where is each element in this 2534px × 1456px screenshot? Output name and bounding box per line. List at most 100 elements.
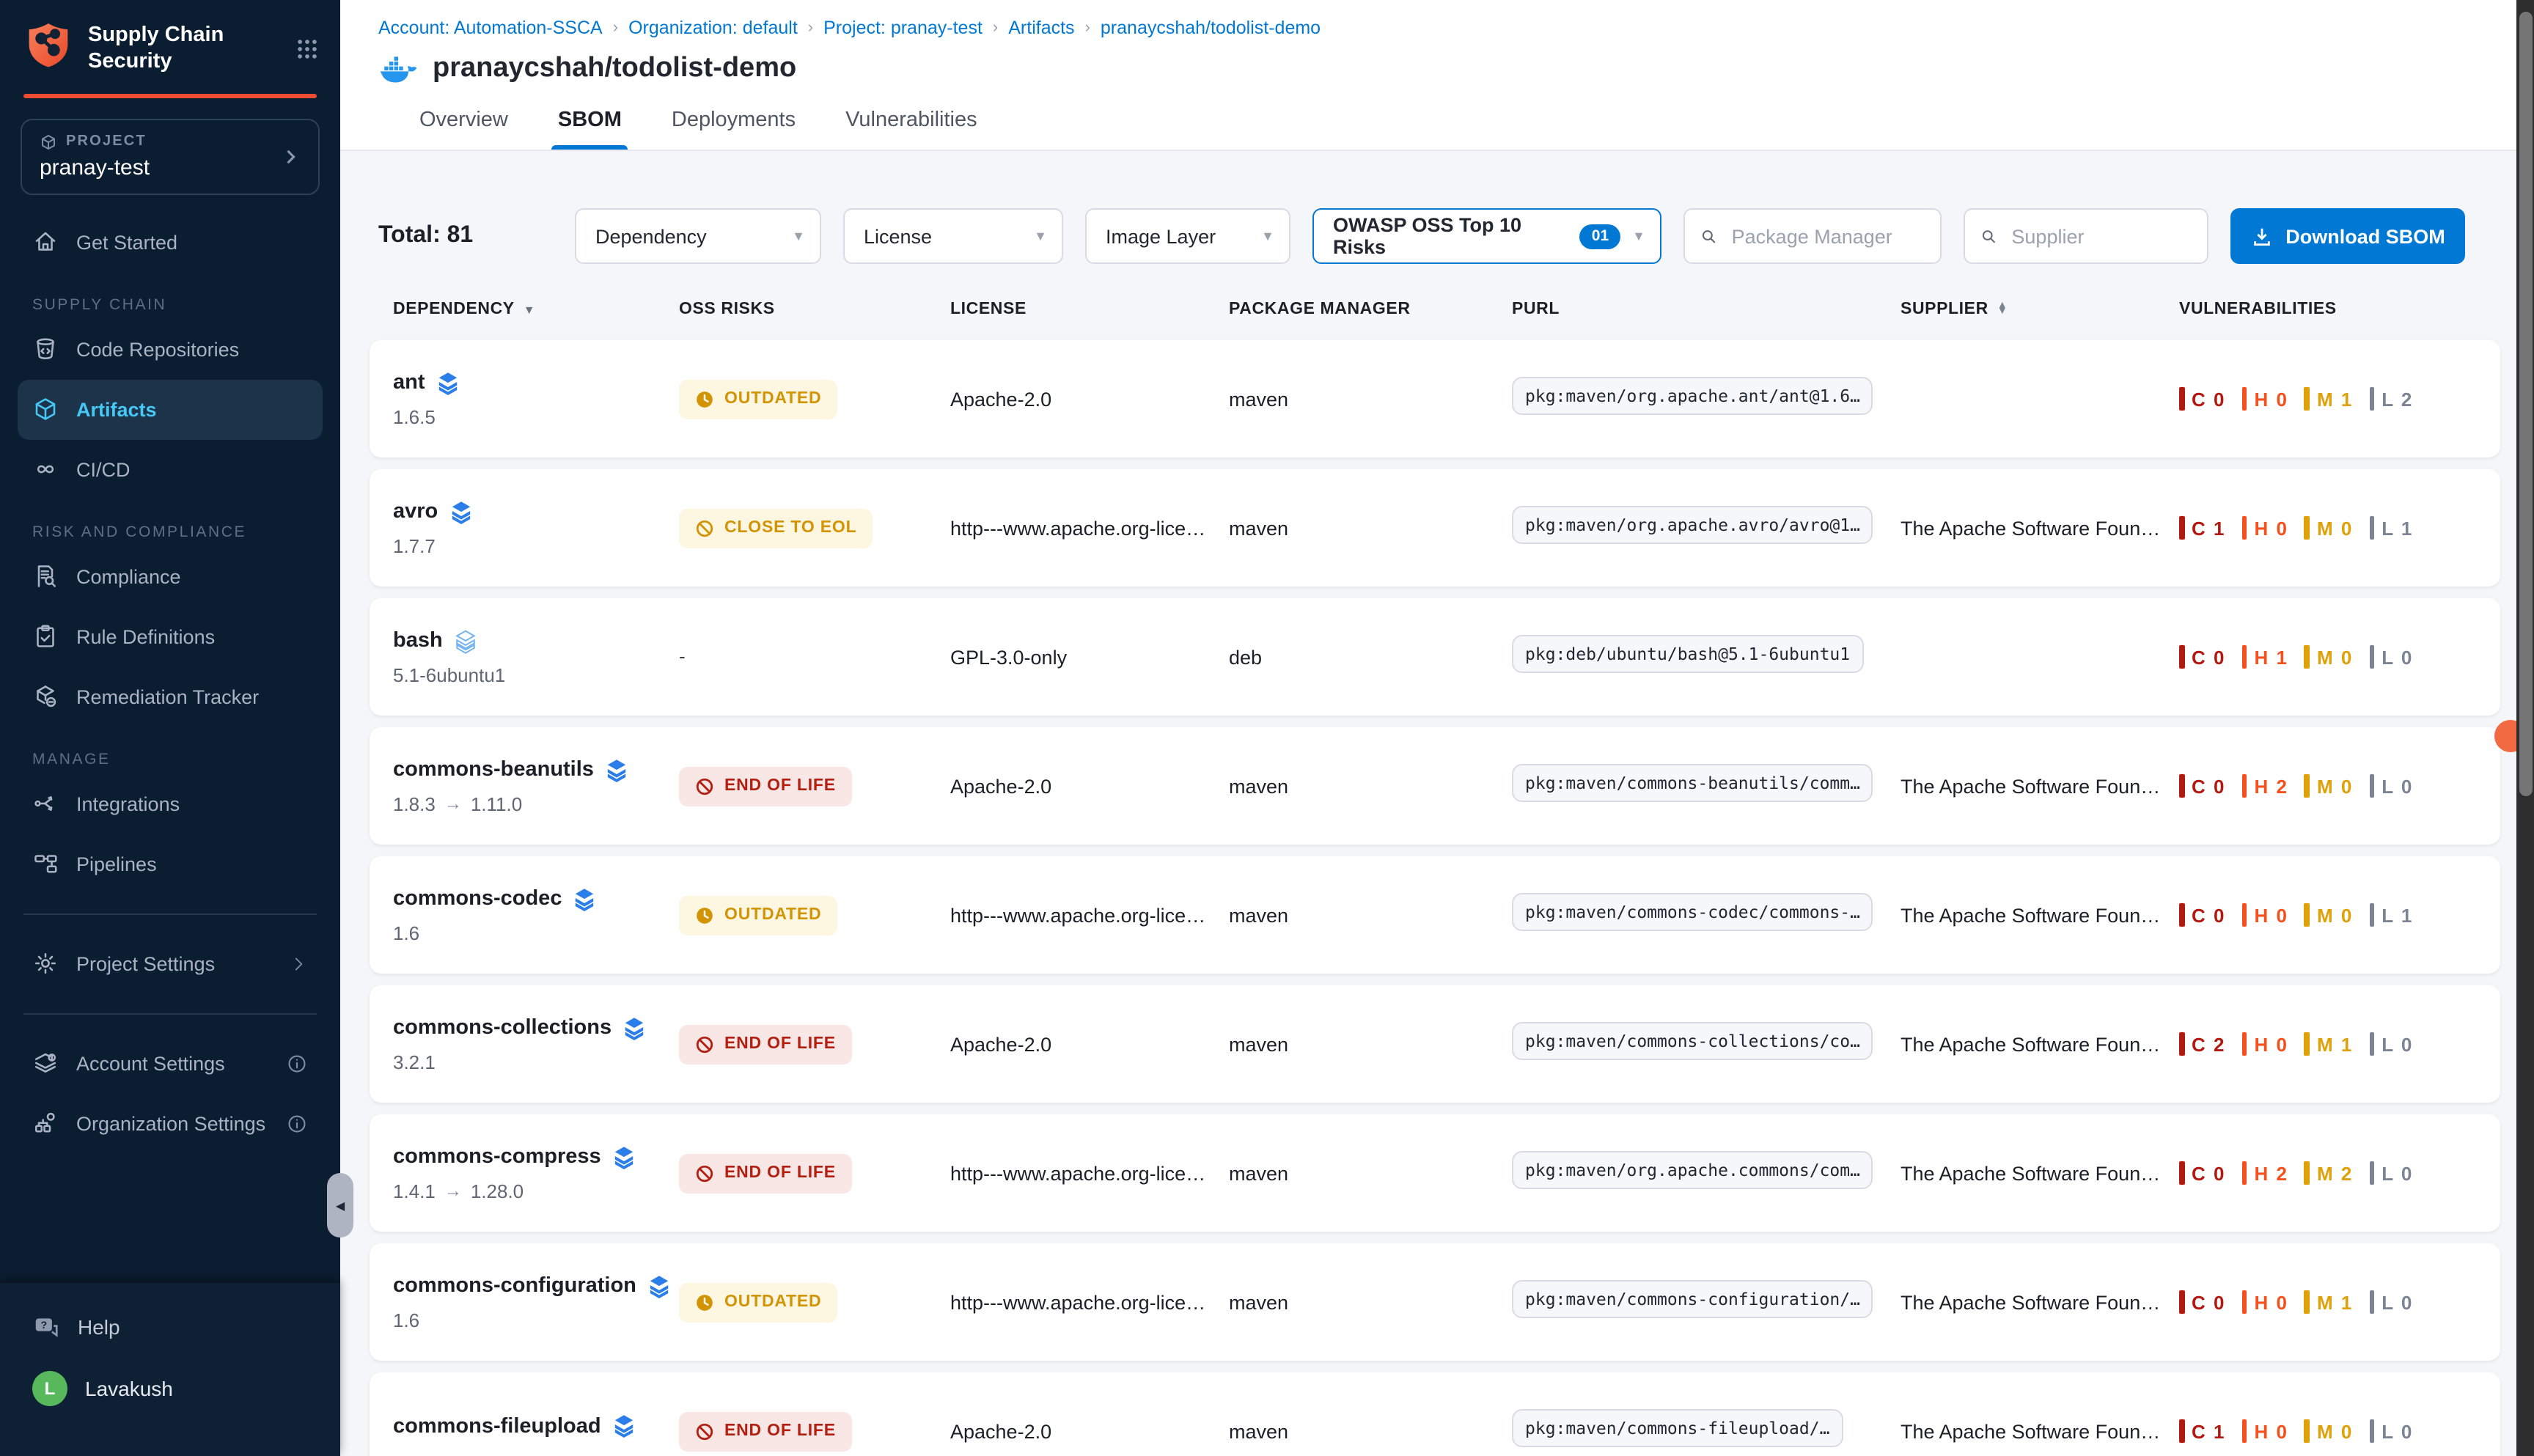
- sidebar-item-integrations[interactable]: Integrations: [18, 773, 323, 834]
- package-manager-cell: maven: [1229, 1420, 1512, 1442]
- tab-overview[interactable]: Overview: [419, 109, 508, 150]
- table-row[interactable]: commons-beanutils 1.8.3 → 1.11.0 END OF …: [370, 727, 2500, 845]
- sidebar-item-label: Project Settings: [76, 952, 271, 974]
- purl-cell: pkg:maven/org.apache.ant/ant@1.6…: [1512, 376, 1900, 422]
- sidebar-item-compliance[interactable]: Compliance: [18, 546, 323, 606]
- table-row[interactable]: avro 1.7.7 CLOSE TO EOL http---www.apach…: [370, 469, 2500, 587]
- purl-chip[interactable]: pkg:maven/org.apache.commons/com…: [1512, 1150, 1873, 1188]
- sidebar-item-account-settings[interactable]: Account Settings: [18, 1033, 323, 1093]
- column-package-manager: PACKAGE MANAGER: [1229, 301, 1512, 318]
- sidebar-item-rule-definitions[interactable]: Rule Definitions: [18, 606, 323, 666]
- dependency-name: commons-fileupload: [393, 1414, 601, 1438]
- column-dependency[interactable]: DEPENDENCY▼: [393, 301, 679, 318]
- sidebar-item-get-started[interactable]: Get Started: [18, 212, 323, 272]
- help-button[interactable]: ? Help: [32, 1304, 308, 1350]
- table-row[interactable]: bash 5.1-6ubuntu1 - GPL-3.0-only deb pkg…: [370, 598, 2500, 716]
- table-row[interactable]: commons-compress 1.4.1 → 1.28.0 END OF L…: [370, 1114, 2500, 1232]
- dependency-version: 1.6.5: [393, 405, 679, 427]
- sidebar-item-label: Remediation Tracker: [76, 685, 308, 707]
- tab-deployments[interactable]: Deployments: [672, 109, 796, 150]
- tab-sbom[interactable]: SBOM: [558, 109, 622, 150]
- supplier-input[interactable]: [2008, 224, 2192, 249]
- purl-cell: pkg:deb/ubuntu/bash@5.1-6ubuntu1: [1512, 634, 1900, 680]
- supplier-cell: The Apache Software Foun…: [1900, 1033, 2179, 1055]
- breadcrumb-link[interactable]: pranaycshah/todolist-demo: [1101, 18, 1321, 38]
- filter-label: OWASP OSS Top 10 Risks: [1333, 214, 1568, 258]
- column-supplier[interactable]: SUPPLIER ▲▼: [1900, 301, 2179, 318]
- breadcrumb-link[interactable]: Account: Automation-SSCA: [378, 18, 603, 38]
- sidebar-item-project-settings[interactable]: Project Settings: [18, 933, 323, 993]
- vuln-l: L 0: [2369, 645, 2413, 669]
- chevron-down-icon: ▼: [1261, 229, 1274, 243]
- purl-chip[interactable]: pkg:maven/commons-collections/co…: [1512, 1021, 1873, 1059]
- tab-vulnerabilities[interactable]: Vulnerabilities: [845, 109, 977, 150]
- table-row[interactable]: commons-codec 1.6 OUTDATED http---www.ap…: [370, 856, 2500, 974]
- scrollbar-thumb[interactable]: [2519, 12, 2532, 796]
- purl-chip[interactable]: pkg:deb/ubuntu/bash@5.1-6ubuntu1: [1512, 634, 1863, 672]
- dependency-cell: commons-compress 1.4.1 → 1.28.0: [393, 1144, 679, 1202]
- sidebar-item-ci-cd[interactable]: CI/CD: [18, 439, 323, 499]
- breadcrumb-link[interactable]: Organization: default: [628, 18, 798, 38]
- download-sbom-button[interactable]: Download SBOM: [2230, 208, 2465, 264]
- filter-owasp-oss-top-10-risks[interactable]: OWASP OSS Top 10 Risks01▼: [1312, 208, 1661, 264]
- info-icon: [286, 1112, 308, 1134]
- ban-icon: [695, 1422, 714, 1441]
- vuln-l: L 1: [2369, 903, 2413, 927]
- vuln-l: L 0: [2369, 774, 2413, 798]
- package-manager-input[interactable]: [1729, 224, 1925, 249]
- sort-icon: ▲▼: [1997, 304, 2008, 315]
- filter-dependency[interactable]: Dependency▼: [575, 208, 821, 264]
- table-row[interactable]: commons-configuration 1.6 OUTDATED http-…: [370, 1243, 2500, 1361]
- vuln-c: C 2: [2179, 1032, 2225, 1056]
- vuln-h: H 1: [2241, 645, 2288, 669]
- help-label: Help: [78, 1315, 120, 1339]
- app-switcher-icon[interactable]: [295, 36, 320, 61]
- purl-chip[interactable]: pkg:maven/org.apache.ant/ant@1.6…: [1512, 376, 1873, 414]
- dependency-version: 1.4.1 → 1.28.0: [393, 1180, 679, 1202]
- purl-chip[interactable]: pkg:maven/org.apache.avro/avro@1…: [1512, 505, 1873, 543]
- vuln-h: H 0: [2241, 387, 2288, 411]
- sidebar-item-artifacts[interactable]: Artifacts: [18, 379, 323, 439]
- purl-chip[interactable]: pkg:maven/commons-beanutils/comm…: [1512, 763, 1873, 801]
- table-row[interactable]: commons-collections 3.2.1 END OF LIFE Ap…: [370, 985, 2500, 1103]
- sidebar-item-pipelines[interactable]: Pipelines: [18, 834, 323, 894]
- sidebar-item-label: Pipelines: [76, 853, 308, 875]
- help-chat-icon: ?: [32, 1313, 60, 1341]
- breadcrumb-link[interactable]: Artifacts: [1008, 18, 1074, 38]
- user-menu[interactable]: L Lavakush: [32, 1371, 308, 1406]
- vuln-l: L 0: [2369, 1161, 2413, 1185]
- oss-risk-badge: END OF LIFE: [679, 766, 852, 806]
- ban-icon: [695, 776, 714, 795]
- table-row[interactable]: commons-fileupload END OF LIFE Apache-2.…: [370, 1372, 2500, 1456]
- purl-cell: pkg:maven/org.apache.avro/avro@1…: [1512, 505, 1900, 551]
- purl-cell: pkg:maven/commons-fileupload/…: [1512, 1408, 1900, 1454]
- sidebar-item-remediation-tracker[interactable]: Remediation Tracker: [18, 666, 323, 727]
- filter-license[interactable]: License▼: [843, 208, 1063, 264]
- page-scrollbar[interactable]: [2516, 0, 2534, 1456]
- purl-chip[interactable]: pkg:maven/commons-configuration/…: [1512, 1279, 1873, 1317]
- package-manager-search[interactable]: [1683, 208, 1942, 264]
- package-manager-cell: maven: [1229, 775, 1512, 797]
- oss-risk-cell: END OF LIFE: [679, 1153, 950, 1193]
- sidebar-item-organization-settings[interactable]: Organization Settings: [18, 1093, 323, 1153]
- vuln-c: C 1: [2179, 516, 2225, 540]
- purl-chip[interactable]: pkg:maven/commons-codec/commons-…: [1512, 892, 1873, 930]
- sidebar-collapse-handle[interactable]: ◀: [327, 1173, 353, 1238]
- vuln-h: H 0: [2241, 516, 2288, 540]
- project-selector[interactable]: PROJECT pranay-test: [21, 118, 320, 194]
- breadcrumb-link[interactable]: Project: pranay-test: [823, 18, 983, 38]
- oss-risk-cell: END OF LIFE: [679, 1024, 950, 1064]
- chevron-down-icon: ▼: [1034, 229, 1047, 243]
- filter-image-layer[interactable]: Image Layer▼: [1085, 208, 1290, 264]
- filter-count-badge: 01: [1580, 224, 1620, 249]
- vuln-h: H 0: [2241, 1290, 2288, 1314]
- table-row[interactable]: ant 1.6.5 OUTDATED Apache-2.0 maven pkg:…: [370, 340, 2500, 457]
- sidebar-item-code-repositories[interactable]: Code Repositories: [18, 319, 323, 379]
- dependency-name: commons-codec: [393, 887, 562, 911]
- purl-chip[interactable]: pkg:maven/commons-fileupload/…: [1512, 1408, 1843, 1446]
- doc-search-icon: [32, 563, 59, 589]
- breadcrumb: Account: Automation-SSCA›Organization: d…: [378, 18, 2534, 38]
- supplier-search[interactable]: [1964, 208, 2208, 264]
- dependency-cell: commons-beanutils 1.8.3 → 1.11.0: [393, 757, 679, 815]
- vuln-c: C 0: [2179, 774, 2225, 798]
